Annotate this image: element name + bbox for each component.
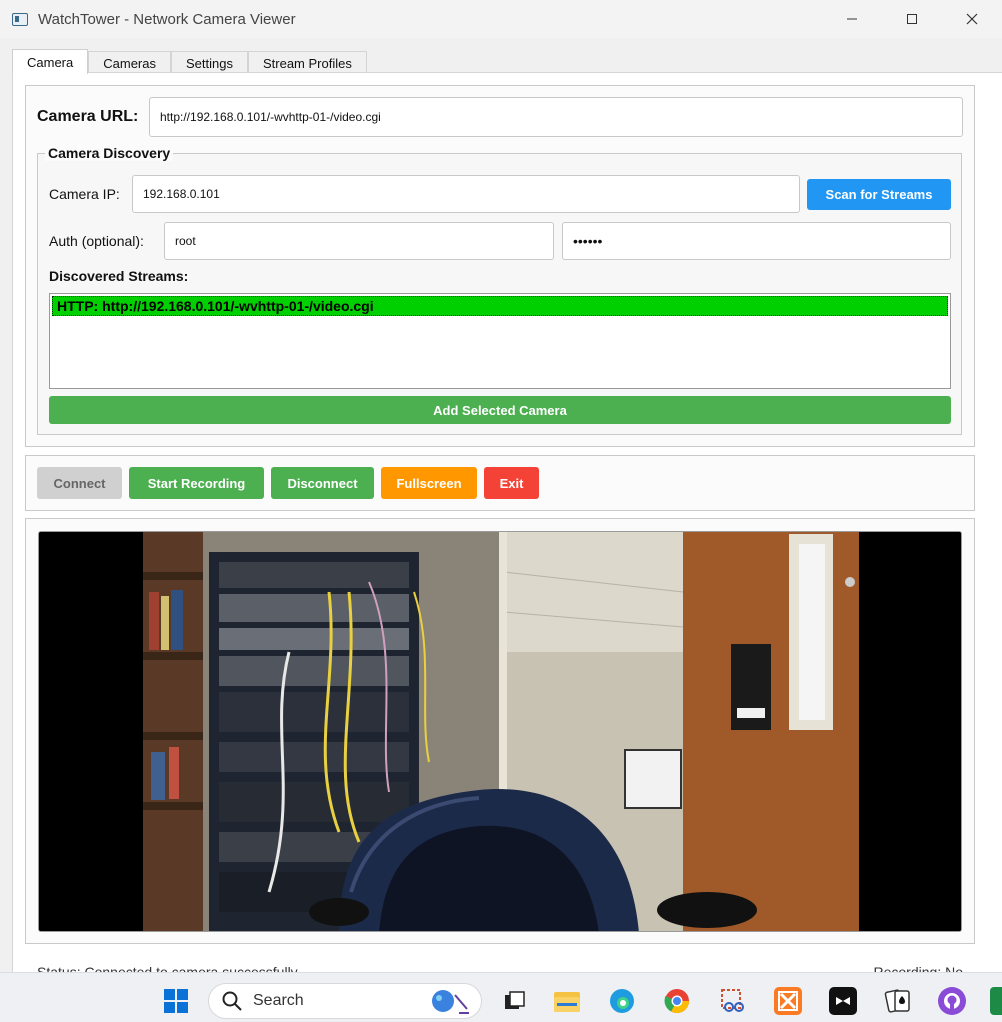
excel-icon[interactable] [990, 987, 1002, 1015]
connect-button[interactable]: Connect [37, 467, 122, 499]
search-highlight-icon [432, 990, 469, 1014]
tab-stream-profiles[interactable]: Stream Profiles [247, 51, 367, 74]
file-explorer-icon[interactable] [553, 987, 581, 1015]
chrome-browser-icon[interactable] [663, 987, 691, 1015]
username-input[interactable]: root [164, 222, 554, 260]
tab-cameras[interactable]: Cameras [88, 51, 171, 74]
title-bar: WatchTower - Network Camera Viewer [0, 0, 1002, 38]
window-title: WatchTower - Network Camera Viewer [38, 10, 296, 28]
snipping-tool-icon[interactable] [719, 987, 747, 1015]
app-icon [12, 12, 28, 26]
password-input[interactable]: •••••• [562, 222, 951, 260]
search-icon [222, 991, 242, 1011]
camera-ip-input[interactable]: 192.168.0.101 [132, 175, 800, 213]
close-icon[interactable] [942, 0, 1002, 38]
list-item[interactable]: HTTP: http://192.168.0.101/-wvhttp-01-/v… [52, 296, 948, 316]
solitaire-icon[interactable] [884, 987, 912, 1015]
camera-video-feed[interactable] [38, 531, 962, 932]
task-view-icon[interactable] [500, 987, 528, 1015]
camera-url-label: Camera URL: [37, 108, 139, 125]
tab-bar: Camera Cameras Settings Stream Profiles [12, 49, 367, 74]
edge-browser-icon[interactable] [608, 987, 636, 1015]
tab-settings[interactable]: Settings [171, 51, 248, 74]
minimize-icon[interactable] [822, 0, 882, 38]
start-recording-button[interactable]: Start Recording [129, 467, 264, 499]
windows-start-icon[interactable] [162, 987, 190, 1015]
github-desktop-icon[interactable] [938, 987, 966, 1015]
camera-url-input[interactable]: http://192.168.0.101/-wvhttp-01-/video.c… [149, 97, 963, 137]
maximize-icon[interactable] [882, 0, 942, 38]
tab-camera[interactable]: Camera [12, 49, 89, 74]
capcut-icon[interactable] [829, 987, 857, 1015]
add-selected-camera-button[interactable]: Add Selected Camera [49, 396, 951, 424]
auth-label: Auth (optional): [49, 233, 144, 249]
xampp-icon[interactable] [774, 987, 802, 1015]
search-placeholder: Search [253, 992, 304, 1009]
fullscreen-button[interactable]: Fullscreen [381, 467, 477, 499]
camera-discovery-title: Camera Discovery [45, 145, 174, 161]
scan-for-streams-button[interactable]: Scan for Streams [807, 179, 951, 210]
window-controls [822, 0, 1002, 38]
discovered-streams-label: Discovered Streams: [49, 268, 189, 284]
camera-ip-label: Camera IP: [49, 186, 120, 202]
camera-video-image [39, 532, 961, 931]
windows-taskbar: Search [0, 972, 1002, 1022]
discovered-streams-list[interactable]: HTTP: http://192.168.0.101/-wvhttp-01-/v… [49, 293, 951, 389]
disconnect-button[interactable]: Disconnect [271, 467, 374, 499]
taskbar-search[interactable]: Search [208, 983, 482, 1019]
exit-button[interactable]: Exit [484, 467, 539, 499]
